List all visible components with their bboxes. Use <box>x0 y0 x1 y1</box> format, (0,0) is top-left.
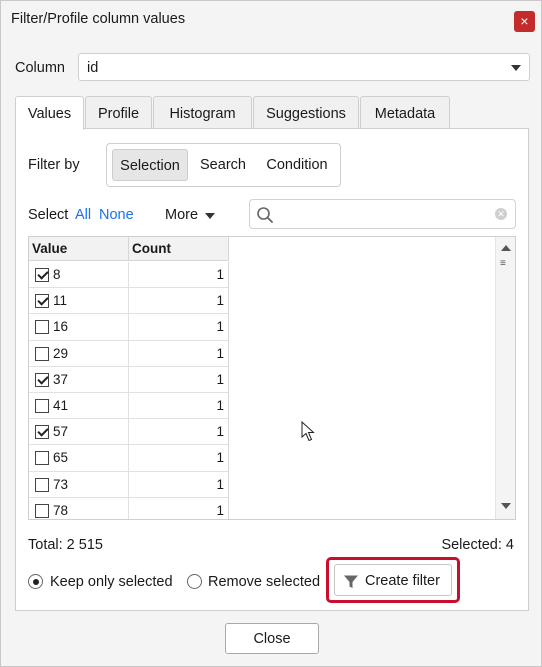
value-text: 73 <box>53 476 69 492</box>
mouse-cursor-icon <box>301 420 315 446</box>
column-label: Column <box>15 60 65 76</box>
table-row[interactable]: 37 1 <box>29 366 229 393</box>
table-body: 8 1 11 1 16 1 29 1 37 1 41 1 57 1 65 1 73 1 78 1 <box>29 262 229 519</box>
close-button[interactable]: Close <box>225 623 319 654</box>
table-row[interactable]: 78 1 <box>29 497 229 519</box>
selected-count: Selected: 4 <box>441 537 514 553</box>
scroll-down-icon[interactable] <box>501 503 511 509</box>
filter-by-condition-button[interactable]: Condition <box>257 149 337 181</box>
value-cell: 78 <box>29 497 129 519</box>
clear-icon[interactable]: ✕ <box>495 208 507 220</box>
row-checkbox[interactable] <box>35 268 49 282</box>
value-cell: 57 <box>29 419 129 446</box>
count-cell: 1 <box>129 366 229 393</box>
create-filter-label: Create filter <box>365 573 440 589</box>
count-cell: 1 <box>129 497 229 519</box>
create-filter-button[interactable]: Create filter <box>334 564 452 596</box>
row-checkbox[interactable] <box>35 425 49 440</box>
value-text: 78 <box>53 502 69 518</box>
filter-by-segmented-control: Selection Search Condition <box>106 143 341 187</box>
scroll-up-icon[interactable] <box>501 245 511 251</box>
table-row[interactable]: 81 <box>29 262 229 289</box>
remove-selected-label[interactable]: Remove selected <box>208 574 320 590</box>
tab-values[interactable]: Values <box>15 96 84 130</box>
count-cell: 1 <box>129 340 229 367</box>
count-cell: 1 <box>129 314 229 341</box>
keep-only-selected-radio[interactable] <box>28 574 43 589</box>
row-checkbox[interactable] <box>35 346 49 361</box>
table-row[interactable]: 16 1 <box>29 314 229 341</box>
row-checkbox[interactable] <box>35 294 49 309</box>
filter-by-selection-button[interactable]: Selection <box>112 149 188 181</box>
search-input[interactable] <box>280 204 480 224</box>
tab-suggestions[interactable]: Suggestions <box>253 96 359 129</box>
table-row[interactable]: 73 1 <box>29 471 229 498</box>
row-checkbox[interactable] <box>35 477 49 492</box>
total-count: Total: 2 515 <box>28 537 103 553</box>
more-menu-button[interactable]: More <box>165 207 198 223</box>
select-all-link[interactable]: All <box>75 207 91 223</box>
value-text: 37 <box>53 371 69 387</box>
count-cell: 1 <box>129 262 229 288</box>
tab-metadata[interactable]: Metadata <box>360 96 450 129</box>
count-cell: 1 <box>129 392 229 419</box>
table-row[interactable]: 11 1 <box>29 288 229 315</box>
window-title: Filter/Profile column values <box>11 11 186 27</box>
filter-by-label: Filter by <box>28 157 80 173</box>
search-icon <box>256 206 274 227</box>
value-text: 57 <box>53 424 69 440</box>
remove-selected-radio[interactable] <box>187 574 202 589</box>
value-text: 65 <box>53 450 69 466</box>
select-label: Select <box>28 207 69 223</box>
tab-profile[interactable]: Profile <box>85 96 152 129</box>
count-cell: 1 <box>129 419 229 446</box>
value-text: 8 <box>53 267 61 282</box>
filter-profile-dialog: Filter/Profile column values × Column id… <box>0 0 542 667</box>
value-text: 16 <box>53 319 69 335</box>
row-checkbox[interactable] <box>35 503 49 518</box>
row-checkbox[interactable] <box>35 398 49 413</box>
column-select[interactable]: id <box>78 53 530 81</box>
value-text: 11 <box>53 293 68 309</box>
value-cell: 8 <box>29 262 129 288</box>
vertical-scrollbar[interactable]: ≡ <box>495 237 515 519</box>
row-checkbox[interactable] <box>35 320 49 335</box>
keep-only-selected-label[interactable]: Keep only selected <box>50 574 173 590</box>
filter-by-search-button[interactable]: Search <box>191 149 255 181</box>
value-text: 29 <box>53 345 69 361</box>
column-select-value: id <box>87 60 99 76</box>
value-text: 41 <box>53 397 69 413</box>
table-row[interactable]: 65 1 <box>29 445 229 472</box>
table-row[interactable]: 41 1 <box>29 392 229 420</box>
chevron-down-icon <box>205 213 215 219</box>
value-cell: 11 <box>29 288 129 315</box>
value-cell: 73 <box>29 471 129 498</box>
tab-histogram[interactable]: Histogram <box>153 96 252 129</box>
column-header-value[interactable]: Value <box>29 237 129 261</box>
search-box: ✕ <box>249 199 516 229</box>
table-row[interactable]: 57 1 <box>29 419 229 446</box>
row-checkbox[interactable] <box>35 372 49 387</box>
value-cell: 41 <box>29 392 129 419</box>
value-cell: 37 <box>29 366 129 393</box>
scroll-thumb[interactable]: ≡ <box>500 259 511 269</box>
title-bar: Filter/Profile column values × <box>1 1 541 39</box>
row-checkbox[interactable] <box>35 451 49 466</box>
value-cell: 65 <box>29 445 129 472</box>
count-cell: 1 <box>129 288 229 315</box>
count-cell: 1 <box>129 445 229 472</box>
count-cell: 1 <box>129 471 229 498</box>
close-icon[interactable]: × <box>514 11 535 32</box>
chevron-down-icon <box>511 65 521 71</box>
value-cell: 16 <box>29 314 129 341</box>
select-none-link[interactable]: None <box>99 207 134 223</box>
table-row[interactable]: 29 1 <box>29 340 229 367</box>
funnel-icon <box>343 574 359 593</box>
column-header-count[interactable]: Count <box>129 237 229 261</box>
values-table: Value Count 8 1 11 1 16 1 29 1 37 1 41 1 57 1 65 1 73 1 78… <box>28 236 516 520</box>
value-cell: 29 <box>29 340 129 367</box>
